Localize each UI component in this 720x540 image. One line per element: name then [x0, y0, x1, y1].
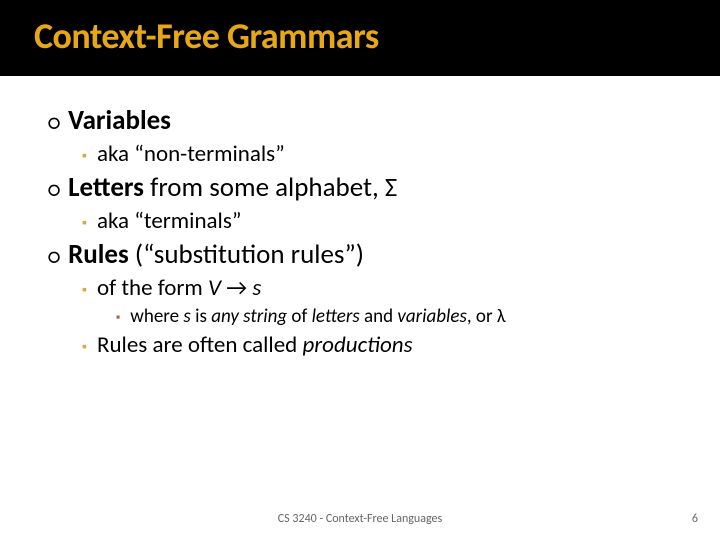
- square-bullet-icon: ▪: [82, 214, 87, 231]
- list-item-text: aka “non-terminals”: [97, 140, 285, 168]
- slide-title: Context-Free Grammars: [34, 14, 700, 58]
- list-item-text: aka “terminals”: [97, 207, 242, 235]
- content-area: ○ Variables ▪ aka “non-terminals” ○ Letters f…: [0, 76, 720, 359]
- list-item: ○ Letters from some alphabet, Σ: [48, 171, 720, 204]
- square-bullet-icon: ▪: [116, 311, 120, 325]
- list-item: ○ Rules (“substitution rules”): [48, 238, 720, 271]
- square-bullet-icon: ▪: [82, 338, 87, 355]
- list-item-text: of the form V → s: [97, 274, 261, 302]
- circle-bullet-icon: ○: [48, 246, 60, 268]
- circle-bullet-icon: ○: [48, 179, 60, 201]
- list-item-text: Rules (“substitution rules”): [68, 238, 364, 271]
- title-bar: Context-Free Grammars: [0, 0, 720, 76]
- list-item-text: where s is any string of letters and var…: [130, 305, 505, 328]
- square-bullet-icon: ▪: [82, 281, 87, 298]
- list-item-text: Variables: [68, 104, 171, 137]
- list-item: ▪ aka “terminals”: [82, 207, 720, 235]
- list-item: ▪ Rules are often called productions: [82, 331, 720, 359]
- list-item-text: Rules are often called productions: [97, 331, 413, 359]
- list-item: ○ Variables: [48, 104, 720, 137]
- list-item: ▪ of the form V → s: [82, 274, 720, 302]
- list-item: ▪ aka “non-terminals”: [82, 140, 720, 168]
- circle-bullet-icon: ○: [48, 112, 60, 134]
- footer-text: CS 3240 - Context-Free Languages: [0, 512, 720, 526]
- page-number: 6: [692, 512, 698, 526]
- square-bullet-icon: ▪: [82, 147, 87, 164]
- list-item-text: Letters from some alphabet, Σ: [68, 171, 397, 204]
- list-item: ▪ where s is any string of letters and va…: [116, 305, 720, 328]
